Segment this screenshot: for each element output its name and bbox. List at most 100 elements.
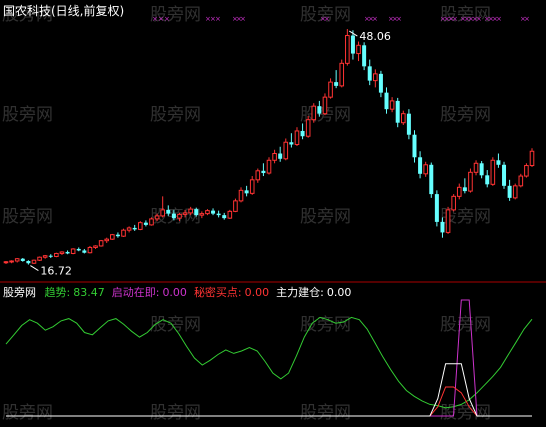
- candle-body: [395, 100, 400, 123]
- candle-body: [177, 213, 182, 219]
- candle-body: [143, 222, 148, 225]
- candle-body: [14, 258, 20, 262]
- candle-body: [362, 45, 367, 67]
- candle-body: [496, 160, 501, 165]
- watermark-text: 股旁网: [300, 403, 351, 423]
- candle-body: [440, 221, 445, 233]
- candle-body: [345, 35, 350, 64]
- indicator-item-value: 0.00: [162, 286, 187, 299]
- watermark-text: 股旁网: [440, 105, 491, 125]
- candle-body: [502, 164, 507, 186]
- candle-body: [244, 190, 249, 194]
- candle-body: [261, 170, 266, 174]
- indicator-item-label: 趋势:: [45, 286, 71, 299]
- candle-body: [434, 194, 439, 222]
- low-price-label: 16.72: [40, 265, 72, 278]
- price-annotations: 48.06 16.72: [30, 30, 391, 278]
- candle-body: [278, 153, 283, 159]
- candle-body: [160, 209, 165, 217]
- candle-body: [423, 164, 428, 175]
- candle-body: [171, 213, 176, 219]
- candle-body: [445, 209, 451, 233]
- candle-body: [518, 175, 524, 187]
- candle-body: [54, 252, 59, 257]
- candle-body: [76, 248, 81, 251]
- candle-body: [468, 171, 473, 192]
- candle-body: [317, 106, 322, 114]
- candle-body: [3, 261, 9, 264]
- candle-body: [126, 227, 132, 231]
- signal-marker: ×: [324, 15, 330, 23]
- watermark-text: 股旁网: [150, 315, 201, 335]
- low-pointer: [30, 265, 39, 272]
- candle-body: [367, 66, 372, 81]
- candle-body: [98, 240, 104, 247]
- watermark-text: 股旁网: [150, 105, 201, 125]
- signal-marker: ×: [372, 15, 378, 23]
- candle-body: [104, 238, 110, 242]
- candle-body: [350, 35, 355, 54]
- candle-body: [356, 44, 361, 55]
- candle-body: [238, 189, 244, 202]
- candle-body: [473, 162, 479, 173]
- candle-body: [462, 187, 467, 192]
- candle-body: [37, 256, 42, 261]
- candle-body: [166, 209, 171, 214]
- signal-marker: ×: [215, 15, 221, 23]
- watermark-text: 股旁网: [2, 403, 53, 423]
- candle-body: [507, 185, 512, 198]
- candle-body: [115, 234, 120, 237]
- watermark-text: 股旁网: [2, 105, 53, 125]
- indicator-item-label: 启动在即:: [112, 286, 160, 299]
- watermark-text: 股旁网: [2, 207, 53, 227]
- candle-body: [132, 227, 137, 230]
- watermark-text: 股旁网: [150, 403, 201, 423]
- candle-body: [216, 213, 221, 216]
- signal-marker: ×: [496, 15, 502, 23]
- indicator-item-label: 主力建仓:: [276, 285, 324, 299]
- candle-body: [529, 150, 535, 167]
- candle-body: [87, 246, 93, 254]
- candle-body: [31, 259, 37, 264]
- candle-body: [322, 96, 328, 115]
- indicator-item-value: 0.00: [245, 286, 270, 299]
- candle-body: [334, 82, 339, 86]
- indicator-item-value: 0.00: [327, 286, 352, 299]
- signal-marker: ×: [452, 15, 458, 23]
- watermark-layer: 股旁网 股旁网 股旁网 股旁网股旁网 股旁网 股旁网 股旁网股旁网 股旁网 股旁网股旁网 股旁网股…: [2, 5, 491, 423]
- signal-marker: ×: [524, 15, 530, 23]
- candle-body: [227, 210, 233, 219]
- candle-body: [65, 251, 70, 254]
- candle-body: [456, 186, 462, 197]
- candle-body: [26, 260, 31, 264]
- candle-body: [272, 153, 277, 161]
- signal-marker: ×: [158, 15, 164, 23]
- candle-body: [233, 200, 238, 212]
- candle-body: [137, 222, 143, 230]
- candle-body: [59, 251, 65, 254]
- candlestick-series: [3, 29, 535, 265]
- candle-body: [429, 164, 434, 195]
- watermark-text: 股旁网: [440, 403, 491, 423]
- indicator-item-label: 秘密买点:: [194, 285, 242, 299]
- candle-body: [222, 215, 227, 219]
- candle-body: [199, 213, 205, 216]
- candle-body: [154, 215, 160, 220]
- candle-body: [305, 119, 311, 137]
- candle-body: [188, 208, 193, 214]
- candle-body: [524, 165, 529, 177]
- candle-body: [328, 81, 333, 98]
- stock-chart: 股旁网 股旁网 股旁网 股旁网股旁网 股旁网 股旁网 股旁网股旁网 股旁网 股旁网股旁网 股旁网股…: [0, 3, 546, 423]
- candle-body: [93, 245, 98, 248]
- candle-body: [389, 100, 395, 110]
- watermark-text: 股旁网: [440, 315, 491, 335]
- candle-body: [311, 105, 317, 121]
- candle-body: [406, 113, 411, 135]
- candle-body: [300, 130, 305, 137]
- indicator-header: 股旁网 趋势: 83.47 启动在即: 0.00 秘密买点: 0.00 主力建仓: 0.00: [3, 285, 351, 299]
- high-price-label: 48.06: [359, 30, 391, 43]
- candle-body: [384, 92, 389, 110]
- chart-title: 国农科技(日线,前复权): [3, 3, 124, 18]
- candle-body: [412, 134, 417, 158]
- candle-body: [378, 73, 383, 93]
